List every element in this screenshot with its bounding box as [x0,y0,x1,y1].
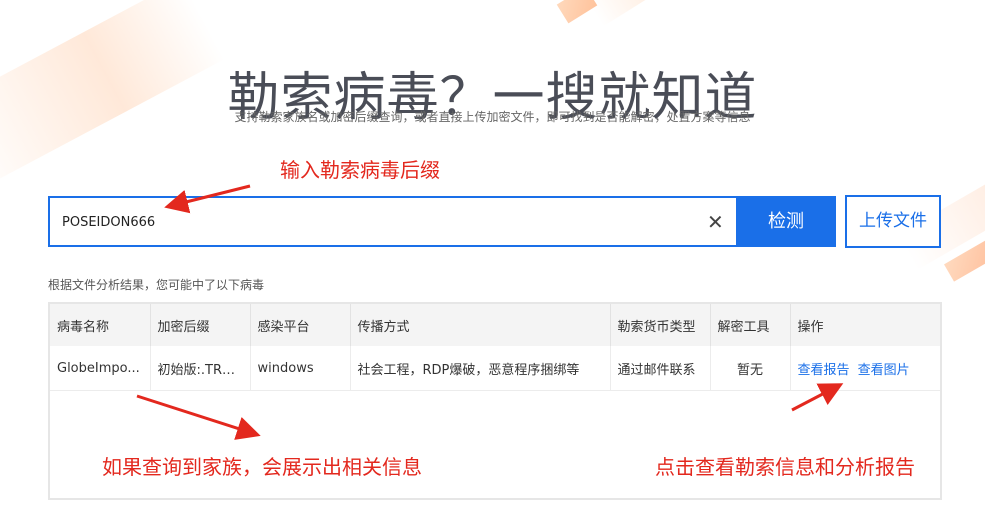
arrow-to-input [164,184,251,214]
annotation-arrows [136,184,844,440]
arrow-to-actions [791,383,844,412]
arrow-to-result [136,394,261,440]
